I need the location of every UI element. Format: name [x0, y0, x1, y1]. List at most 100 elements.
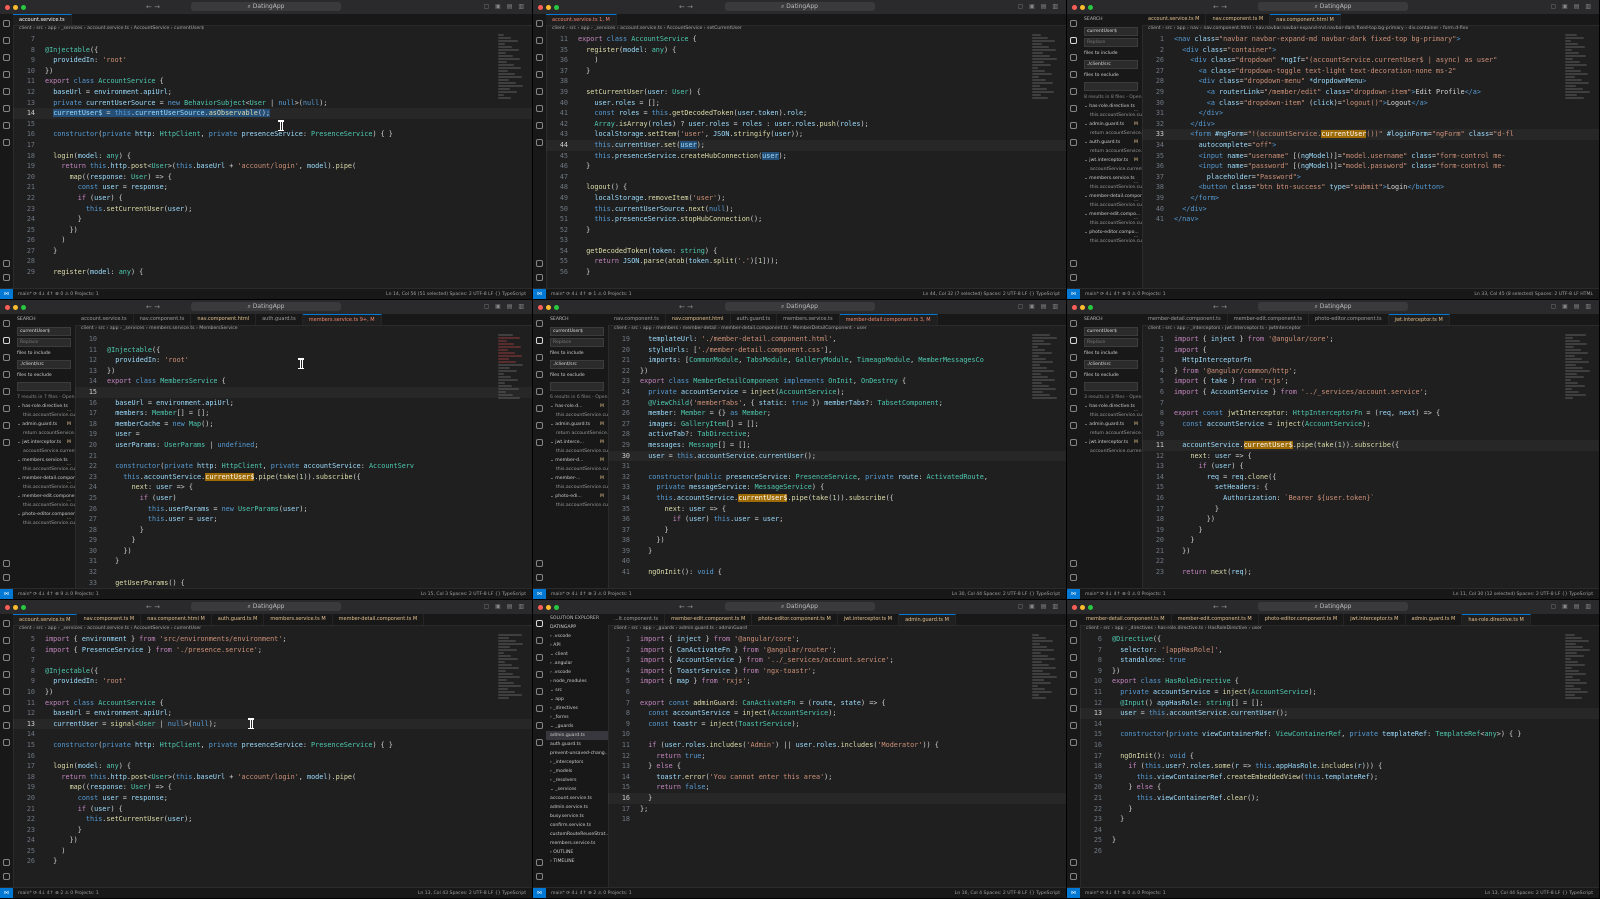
minimize-window-button[interactable] [13, 304, 18, 310]
source-control-icon[interactable] [536, 54, 543, 61]
accounts-icon[interactable] [3, 859, 10, 866]
source-control-icon[interactable] [1070, 654, 1077, 661]
editor-tab[interactable]: member-edit.component.ts M [665, 614, 753, 625]
extensions-icon[interactable] [1070, 388, 1077, 395]
explorer-tree-item[interactable]: › _directives [546, 704, 608, 713]
search-result-match[interactable]: this.accountService.curr... [546, 465, 608, 474]
editor-tab[interactable]: nav.component.ts M [1206, 14, 1271, 25]
code-editor[interactable]: 6 @Directive({7 selector: '[appHasRole]',… [1080, 634, 1599, 888]
editor-tab[interactable]: jwt.interceptor.ts M [1388, 314, 1450, 325]
source-control-icon[interactable] [3, 354, 10, 361]
layout-toggle-icons[interactable]: ▢ ▣ ▤ ▥ [484, 603, 526, 610]
breadcrumb[interactable]: client › src › app › _guards › admin.gua… [608, 625, 1066, 633]
close-window-button[interactable] [538, 304, 543, 310]
search-result-file[interactable]: ⌄ admin.guard.ts M [1080, 120, 1142, 129]
status-left[interactable]: main* ⟳ 4↓ 4↑ ⊗ 0 ⚠ 0 Projects: 1 [18, 292, 99, 297]
search-result-match[interactable]: this.accountService.currentUser$ [1080, 201, 1142, 210]
search-result-file[interactable]: ⌄ members.service.tsM [1080, 174, 1142, 183]
remote-indicator-icon[interactable]: ⋈ [533, 289, 546, 299]
extensions-icon[interactable] [536, 88, 543, 95]
explorer-tree-item[interactable]: › _interceptors [546, 758, 608, 767]
editor-tab[interactable]: account.service.ts M [13, 614, 78, 625]
minimize-window-button[interactable] [546, 604, 551, 610]
command-center-search[interactable]: ⌕ DatingApp [724, 602, 875, 611]
explorer-tree-item[interactable]: › TIMELINE [546, 857, 608, 866]
remote-explorer-icon[interactable] [3, 439, 10, 446]
layout-toggle-icons[interactable]: ▢ ▣ ▤ ▥ [484, 303, 526, 310]
search-icon[interactable] [1070, 37, 1077, 44]
remote-indicator-icon[interactable]: ⋈ [0, 289, 13, 299]
explorer-tree-item[interactable]: admin.service.ts [546, 803, 608, 812]
run-debug-icon[interactable] [3, 671, 10, 678]
explorer-tree-item[interactable]: › .angular [546, 659, 608, 668]
status-right[interactable]: Ln 44, Col 32 (7 selected) Spaces: 2 UTF… [923, 292, 1060, 297]
source-control-icon[interactable] [536, 354, 543, 361]
run-debug-icon[interactable] [3, 71, 10, 78]
remote-indicator-icon[interactable]: ⋈ [1067, 589, 1080, 599]
files-to-include-input[interactable]: ./client/src [550, 360, 604, 369]
breadcrumb[interactable]: client › src › app › _services › account… [546, 25, 1066, 33]
run-debug-icon[interactable] [1070, 71, 1077, 78]
zoom-window-button[interactable] [1088, 4, 1093, 10]
search-icon[interactable] [1070, 637, 1077, 644]
explorer-tree-item[interactable]: busy.service.ts [546, 812, 608, 821]
search-icon[interactable] [536, 337, 543, 344]
status-right[interactable]: Ln 33, Col 45 (8 selected) Spaces: 2 UTF… [1474, 292, 1593, 297]
search-result-match[interactable]: return accountService.curr... [1080, 429, 1142, 438]
manage-gear-icon[interactable] [3, 274, 10, 281]
status-left[interactable]: main* ⟳ 4↓ 4↑ ⊗ 0 ⚠ 0 Projects: 1 [1085, 592, 1166, 597]
explorer-tree-item[interactable]: › _forms [546, 713, 608, 722]
search-icon[interactable] [3, 337, 10, 344]
search-icon[interactable] [1070, 337, 1077, 344]
explorer-icon[interactable] [536, 320, 543, 327]
search-result-file[interactable]: ⌄ members.service.tsM [13, 456, 75, 465]
editor-tab[interactable]: admin.guard.ts M [899, 614, 956, 625]
status-right[interactable]: Ln 14, Col 56 (51 selected) Spaces: 2 UT… [386, 292, 526, 297]
zoom-window-button[interactable] [554, 304, 559, 310]
zoom-window-button[interactable] [554, 4, 559, 10]
explorer-tree-item[interactable]: ⌄ client [546, 650, 608, 659]
status-right[interactable]: Ln 30, Col 44 Spaces: 2 UTF-8 LF {} Type… [952, 592, 1060, 597]
testing-icon[interactable] [1070, 105, 1077, 112]
search-icon[interactable] [536, 37, 543, 44]
testing-icon[interactable] [1070, 705, 1077, 712]
search-result-file[interactable]: ⌄ admin.guard.ts M [546, 420, 608, 429]
editor-tab[interactable]: account.service.ts 1, M [546, 14, 617, 25]
explorer-icon[interactable] [3, 20, 10, 27]
explorer-icon[interactable] [536, 620, 543, 627]
search-result-match[interactable]: this.accountService.curr... [546, 483, 608, 492]
files-to-exclude-input[interactable] [1084, 382, 1138, 391]
editor-tab[interactable]: member-detail.component.ts [1142, 314, 1228, 325]
close-window-button[interactable] [1072, 604, 1077, 610]
status-right[interactable]: Ln 16, Col 4 Spaces: 2 UTF-8 LF {} TypeS… [955, 891, 1060, 896]
explorer-tree-item[interactable]: confirm.service.ts [546, 821, 608, 830]
explorer-tree-item[interactable]: › OUTLINE [546, 848, 608, 857]
manage-gear-icon[interactable] [1070, 574, 1077, 581]
run-debug-icon[interactable] [1070, 371, 1077, 378]
replace-input[interactable]: Replace [1084, 338, 1138, 347]
status-left[interactable]: main* ⟳ 4↓ 4↑ ⊗ 2 ⚠ 0 Projects: 1 [18, 891, 99, 896]
accounts-icon[interactable] [536, 260, 543, 267]
code-editor[interactable]: 11 export class AccountService {35 regist… [546, 34, 1066, 289]
close-window-button[interactable] [538, 4, 543, 10]
search-result-match[interactable]: this.accountService.currentUser$.pipe [13, 465, 75, 474]
back-forward-arrows-icon[interactable]: ← → [146, 303, 160, 311]
close-window-button[interactable] [5, 304, 10, 310]
search-result-file[interactable]: ⌄ has-role.d... M [546, 402, 608, 411]
status-right[interactable]: Ln 13, Col 44 Spaces: 2 UTF-8 LF {} Type… [1485, 891, 1593, 896]
zoom-window-button[interactable] [21, 4, 26, 10]
editor-tab[interactable]: nav.component.html [666, 314, 731, 325]
minimize-window-button[interactable] [13, 604, 18, 610]
back-forward-arrows-icon[interactable]: ← → [679, 303, 693, 311]
remote-explorer-icon[interactable] [3, 139, 10, 146]
editor-tab[interactable]: auth.guard.ts [731, 314, 778, 325]
search-result-match[interactable]: accountService.currentUser$.pipe [1080, 165, 1142, 174]
breadcrumb[interactable]: client › src › app › _services › members… [75, 325, 532, 333]
explorer-tree-item[interactable]: ⌄ _services [546, 785, 608, 794]
status-right[interactable]: Ln 15, Col 3 Spaces: 2 UTF-8 LF {} TypeS… [421, 592, 526, 597]
search-result-match[interactable]: this.accountService.currentUser$ [13, 483, 75, 492]
breadcrumb[interactable]: client › src › app › members › member-de… [608, 325, 1066, 333]
replace-input[interactable]: Replace [17, 338, 71, 347]
search-result-file[interactable]: ⌄ photo-edi... M [546, 492, 608, 501]
files-to-exclude-input[interactable] [550, 382, 604, 391]
